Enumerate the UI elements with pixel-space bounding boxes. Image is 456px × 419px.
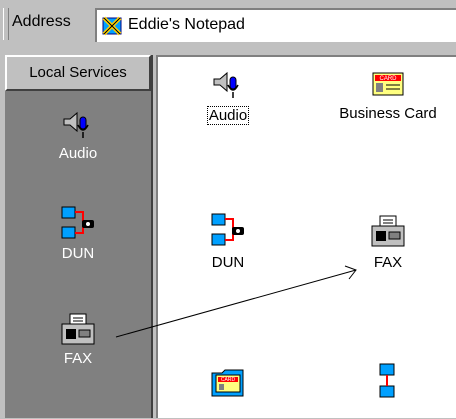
drag-arrow — [115, 265, 357, 338]
